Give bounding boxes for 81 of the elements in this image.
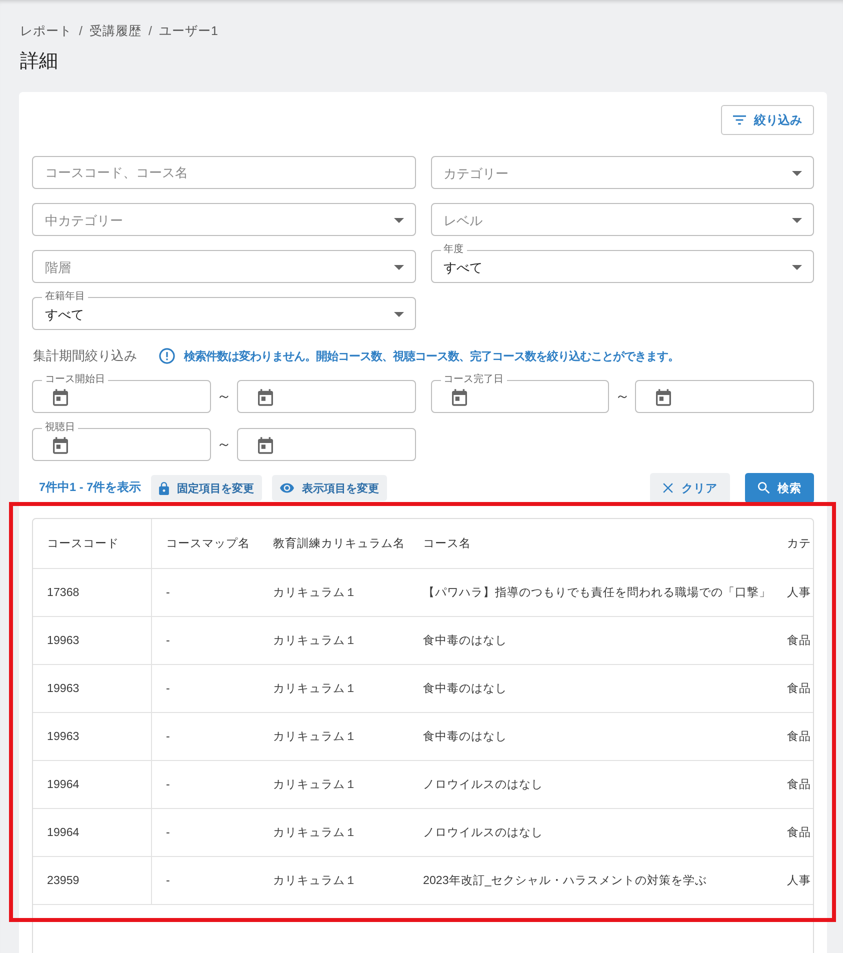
- caret-icon: [792, 218, 802, 223]
- range-separator: ～: [215, 435, 232, 454]
- column-header: コースコード: [33, 519, 152, 568]
- column-header: コースマップ名: [165, 536, 251, 552]
- table-cell-text: ノロウイルスのはなし: [422, 825, 544, 841]
- info-icon: [159, 348, 175, 364]
- column-header: 教育訓練カリキュラム名: [272, 536, 406, 552]
- eye-icon: [280, 483, 294, 493]
- caret-icon: [394, 265, 404, 270]
- table-cell-text: カリキュラム１: [272, 729, 358, 745]
- calendar-icon: [258, 389, 273, 406]
- table-cell: 19964: [33, 761, 152, 808]
- table-cell-text: 食品: [786, 633, 812, 649]
- table-cell-text: 人事: [786, 585, 812, 601]
- table-cell: 17368: [33, 569, 152, 616]
- period-filter-label: 集計期間絞り込み: [33, 347, 137, 365]
- column-header: コース名: [422, 536, 472, 552]
- table-cell: 23959: [33, 857, 152, 904]
- search-field[interactable]: コースコード、コース名: [32, 156, 416, 189]
- search-icon: [758, 482, 770, 494]
- caret-icon: [394, 312, 404, 317]
- table-cell-text: カリキュラム１: [272, 777, 358, 793]
- calendar-icon: [53, 389, 68, 406]
- filter-icon: [733, 115, 746, 125]
- breadcrumb-link[interactable]: レポート: [20, 22, 72, 40]
- range-separator: ～: [614, 387, 631, 406]
- lock-icon: [159, 482, 170, 494]
- range-separator: ～: [215, 387, 232, 406]
- close-icon: [662, 483, 672, 493]
- table-cell-text: 【パワハラ】指導のつもりでも責任を問われる職場での「口撃」: [422, 585, 772, 601]
- result-count: 7件中1 - 7件を表示: [39, 480, 142, 496]
- breadcrumb-separator: /: [79, 23, 82, 40]
- table-cell-text: カリキュラム１: [272, 825, 358, 841]
- fixed-columns-button[interactable]: 固定項目を変更: [151, 475, 262, 501]
- table-cell-text: -: [165, 777, 171, 793]
- table-cell-text: 食中毒のはなし: [422, 681, 508, 697]
- table-cell-text: カリキュラム１: [272, 633, 358, 649]
- table-cell-text: 食中毒のはなし: [422, 633, 508, 649]
- table-cell-text: 食品: [786, 777, 812, 793]
- table-cell-text: カリキュラム１: [272, 585, 358, 601]
- caret-icon: [394, 218, 404, 223]
- table-cell: 19963: [33, 617, 152, 664]
- table-cell: 19963: [33, 713, 152, 760]
- calendar-icon: [53, 437, 68, 454]
- calendar-icon: [258, 437, 273, 454]
- page-title: 詳細: [20, 50, 59, 74]
- table-cell-text: 2023年改訂_セクシャル・ハラスメントの対策を学ぶ: [422, 873, 708, 889]
- calendar-icon: [656, 389, 672, 406]
- table-cell-text: ノロウイルスのはなし: [422, 777, 544, 793]
- table-cell-text: -: [165, 873, 171, 889]
- table-cell-text: 食品: [786, 825, 812, 841]
- table-cell-text: 食品: [786, 729, 812, 745]
- table-cell: 19963: [33, 665, 152, 712]
- table-cell-text: -: [165, 825, 171, 841]
- info-note: 検索件数は変わりません。開始コース数、視聴コース数、完了コース数を絞り込むことができます。: [184, 349, 679, 364]
- calendar-icon: [452, 389, 466, 406]
- table-cell-text: -: [165, 633, 171, 649]
- dropdown-field[interactable]: 年度 すべて: [430, 244, 814, 283]
- breadcrumb-link[interactable]: 受講履歴: [89, 22, 142, 40]
- table-cell: 19964: [33, 809, 152, 856]
- date-field[interactable]: コース開始日: [32, 374, 211, 413]
- column-header: カテ: [786, 536, 812, 552]
- caret-icon: [792, 171, 802, 176]
- caret-icon: [792, 265, 802, 270]
- table-cell-text: -: [165, 585, 171, 601]
- clear-button[interactable]: クリア: [650, 473, 730, 503]
- table-cell-text: 人事: [786, 873, 812, 889]
- date-field[interactable]: 視聴日: [32, 422, 211, 461]
- table-cell-text: カリキュラム１: [272, 873, 358, 889]
- breadcrumb-current: ユーザー1: [158, 23, 218, 40]
- breadcrumb-separator: /: [148, 23, 152, 40]
- table-cell-text: 食中毒のはなし: [422, 729, 508, 745]
- dropdown-field[interactable]: 在籍年目 すべて: [32, 291, 416, 330]
- table-cell-text: -: [165, 729, 171, 745]
- table-cell-text: -: [165, 681, 171, 697]
- search-button[interactable]: 検索: [745, 473, 814, 503]
- table-cell-text: カリキュラム１: [272, 681, 358, 697]
- table-cell-text: 食品: [786, 681, 812, 697]
- visible-columns-button[interactable]: 表示項目を変更: [272, 475, 388, 501]
- filter-button[interactable]: 絞り込み: [721, 105, 814, 135]
- date-field[interactable]: コース完了日: [430, 374, 610, 413]
